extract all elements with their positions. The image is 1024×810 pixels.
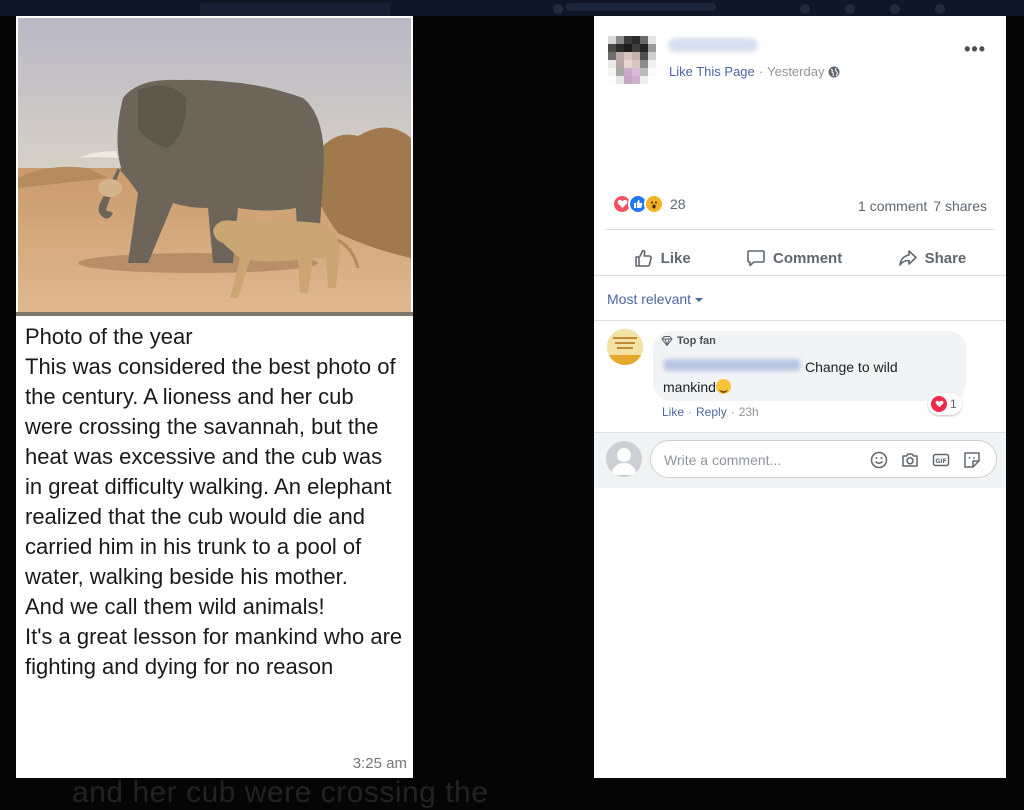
comment-bubble: Top fan Change to wild mankind (653, 331, 966, 401)
current-user-avatar (606, 441, 642, 477)
like-button[interactable]: Like (634, 248, 691, 268)
caret-down-icon (695, 298, 704, 302)
wow-reaction-icon (644, 194, 664, 214)
engagement-counts: 1 comment 7 shares (858, 198, 987, 214)
like-this-page-link[interactable]: Like This Page (669, 64, 755, 79)
divider (594, 275, 1006, 276)
facebook-post-panel: Like This Page · Yesterday ••• 28 1 comm… (594, 16, 1006, 778)
comment-count-link[interactable]: 1 comment (858, 198, 927, 214)
comment-like-link[interactable]: Like (662, 405, 684, 419)
post-time[interactable]: Yesterday (767, 64, 824, 79)
emoji-icon[interactable] (869, 450, 889, 470)
camera-icon[interactable] (900, 450, 920, 470)
share-count-link[interactable]: 7 shares (933, 198, 987, 214)
like-thumb-icon (634, 249, 652, 267)
comment-actions: Like · Reply · 23h (662, 405, 759, 419)
reaction-summary[interactable]: 28 (612, 194, 686, 214)
share-icon (898, 250, 917, 266)
svg-text:GIF: GIF (935, 458, 946, 465)
page-name-redacted[interactable] (668, 38, 758, 52)
message-text: Photo of the year This was considered th… (25, 324, 403, 679)
more-options-icon[interactable]: ••• (964, 39, 986, 60)
meta-separator: · (730, 405, 735, 419)
message-image-panel: Photo of the year This was considered th… (16, 16, 413, 778)
gif-icon[interactable]: GIF (931, 450, 951, 470)
sticker-icon[interactable] (962, 450, 982, 470)
background-overflow-text: and her cub were crossing the (72, 776, 489, 809)
comment-sort-label: Most relevant (607, 291, 692, 307)
comment-age[interactable]: 23h (739, 405, 759, 419)
post-meta: Like This Page · Yesterday (669, 64, 840, 79)
divider (594, 320, 1006, 321)
comment-reaction-count: 1 (950, 397, 957, 411)
reaction-count: 28 (670, 196, 686, 212)
emoji-smile-icon (715, 379, 731, 394)
background-browser-bar (0, 0, 1024, 16)
page-avatar[interactable] (608, 36, 656, 84)
top-fan-label: Top fan (677, 335, 716, 347)
share-button[interactable]: Share (898, 248, 967, 268)
comment-sort-dropdown[interactable]: Most relevant (607, 291, 704, 307)
comment-label: Comment (773, 249, 843, 267)
divider (606, 229, 994, 230)
message-timestamp: 3:25 am (352, 755, 407, 772)
write-comment-area: Write a comment... GIF (594, 432, 1006, 488)
top-fan-badge: Top fan (661, 335, 716, 347)
like-label: Like (660, 249, 691, 267)
comment-reactions[interactable]: 1 (928, 393, 962, 415)
commenter-avatar[interactable] (607, 329, 643, 365)
comment-input[interactable]: Write a comment... GIF (650, 440, 997, 478)
post-action-bar: Like Comment Share (606, 238, 994, 278)
comment-reply-link[interactable]: Reply (696, 405, 727, 419)
comment-icon (747, 250, 765, 267)
comment-text: Change to wild mankind (663, 359, 898, 395)
share-label: Share (924, 249, 967, 267)
globe-icon (828, 66, 840, 77)
top-fan-icon (661, 336, 673, 346)
elephant-lioness-photo (18, 18, 411, 314)
meta-separator: · (758, 64, 764, 79)
meta-separator: · (688, 405, 693, 419)
comment-button[interactable]: Comment (746, 248, 842, 268)
love-reaction-icon (931, 396, 947, 412)
comment-input-placeholder: Write a comment... (664, 452, 782, 468)
